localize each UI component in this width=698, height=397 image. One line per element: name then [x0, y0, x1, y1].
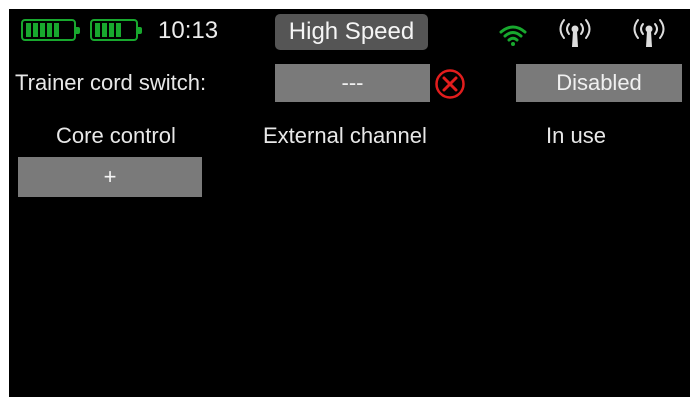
external-channel-header: External channel — [263, 123, 427, 148]
trainer-switch-selector[interactable]: --- — [275, 64, 430, 102]
core-control-header: Core control — [56, 123, 176, 148]
add-channel-button[interactable]: + — [18, 157, 202, 197]
antenna-icon — [633, 19, 665, 47]
mode-button[interactable]: High Speed — [275, 14, 428, 50]
transmitter-battery-icon — [21, 19, 80, 41]
clock-time: 10:13 — [158, 17, 219, 44]
trainer-state-button[interactable]: Disabled — [516, 64, 682, 102]
transmitter-screen: 10:13 High Speed Trainer cord switch: --… — [9, 9, 690, 397]
wifi-icon — [499, 25, 527, 46]
trainer-cord-switch-label: Trainer cord switch: — [15, 70, 207, 95]
antenna-icon — [559, 19, 591, 47]
in-use-header: In use — [546, 123, 606, 148]
close-circle-icon[interactable] — [433, 68, 467, 100]
receiver-battery-icon — [90, 19, 142, 41]
